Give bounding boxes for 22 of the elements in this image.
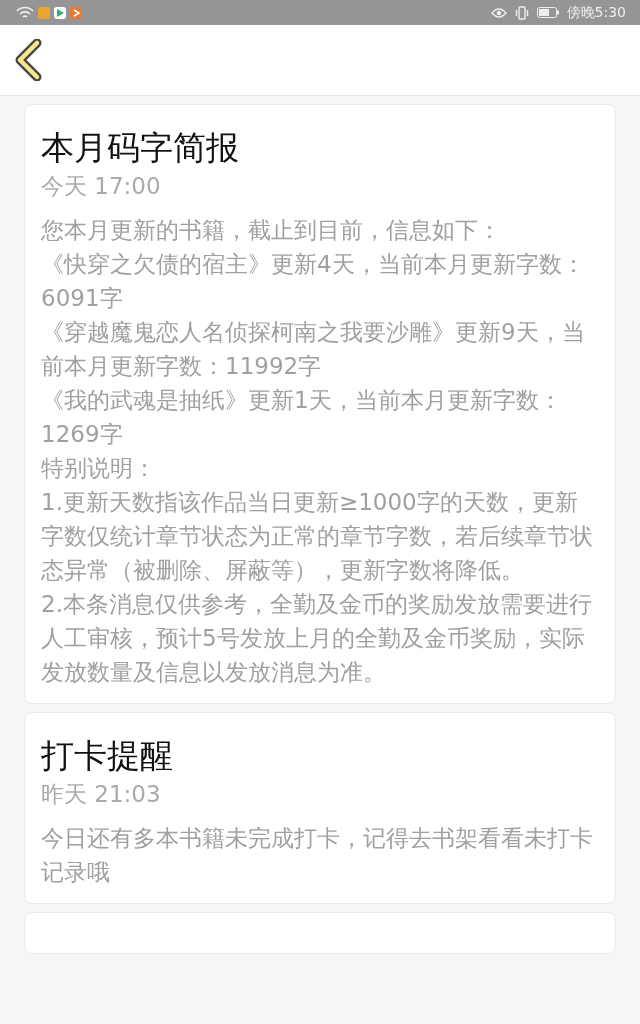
message-text: 《快穿之欠债的宿主》更新4天，当前本月更新字数：6091字 bbox=[41, 250, 586, 313]
message-text: 《穿越魔鬼恋人名侦探柯南之我要沙雕》更新9天，当前本月更新字数：11992字 bbox=[41, 318, 586, 381]
message-text: 《我的武魂是抽纸》更新1天，当前本月更新字数：1269字 bbox=[41, 386, 563, 449]
play-icon bbox=[54, 6, 66, 19]
message-text: 2.本条消息仅供参考，全勤及金币的奖励发放需要进行人工审核，预计5号发放上月的全勤及金币奖励，实际发放数量及信息以发放消息为准。 bbox=[41, 590, 593, 687]
message-title: 打卡提醒 bbox=[41, 735, 174, 777]
message-time: 昨天 21:03 bbox=[41, 780, 162, 809]
message-card[interactable]: 打卡提醒 昨天 21:03 今日还有多本书籍未完成打卡，记得去书架看看未打卡记录哦 bbox=[24, 712, 616, 904]
app-icon bbox=[38, 6, 50, 19]
vibrate-icon bbox=[514, 5, 529, 20]
status-time: 傍晚5:30 bbox=[566, 3, 626, 22]
battery-icon bbox=[536, 7, 559, 18]
message-text: 特别说明： bbox=[41, 454, 157, 483]
message-text: 1.更新天数指该作品当日更新≥1000字的天数，更新字数仅统计章节状态为正常的章节字数，若后续章节状态异常（被删除、屏蔽等），更新字数将降低。 bbox=[41, 488, 594, 585]
back-button[interactable] bbox=[14, 39, 44, 81]
message-title: 本月码字简报 bbox=[41, 127, 240, 169]
message-time: 今天 17:00 bbox=[41, 172, 162, 201]
message-text: 今日还有多本书籍未完成打卡，记得去书架看看未打卡记录哦 bbox=[41, 824, 594, 887]
eye-icon bbox=[490, 6, 507, 19]
wifi-icon bbox=[16, 5, 34, 20]
message-text: 您本月更新的书籍，截止到目前，信息如下： bbox=[41, 216, 502, 245]
play-icon bbox=[70, 6, 82, 19]
